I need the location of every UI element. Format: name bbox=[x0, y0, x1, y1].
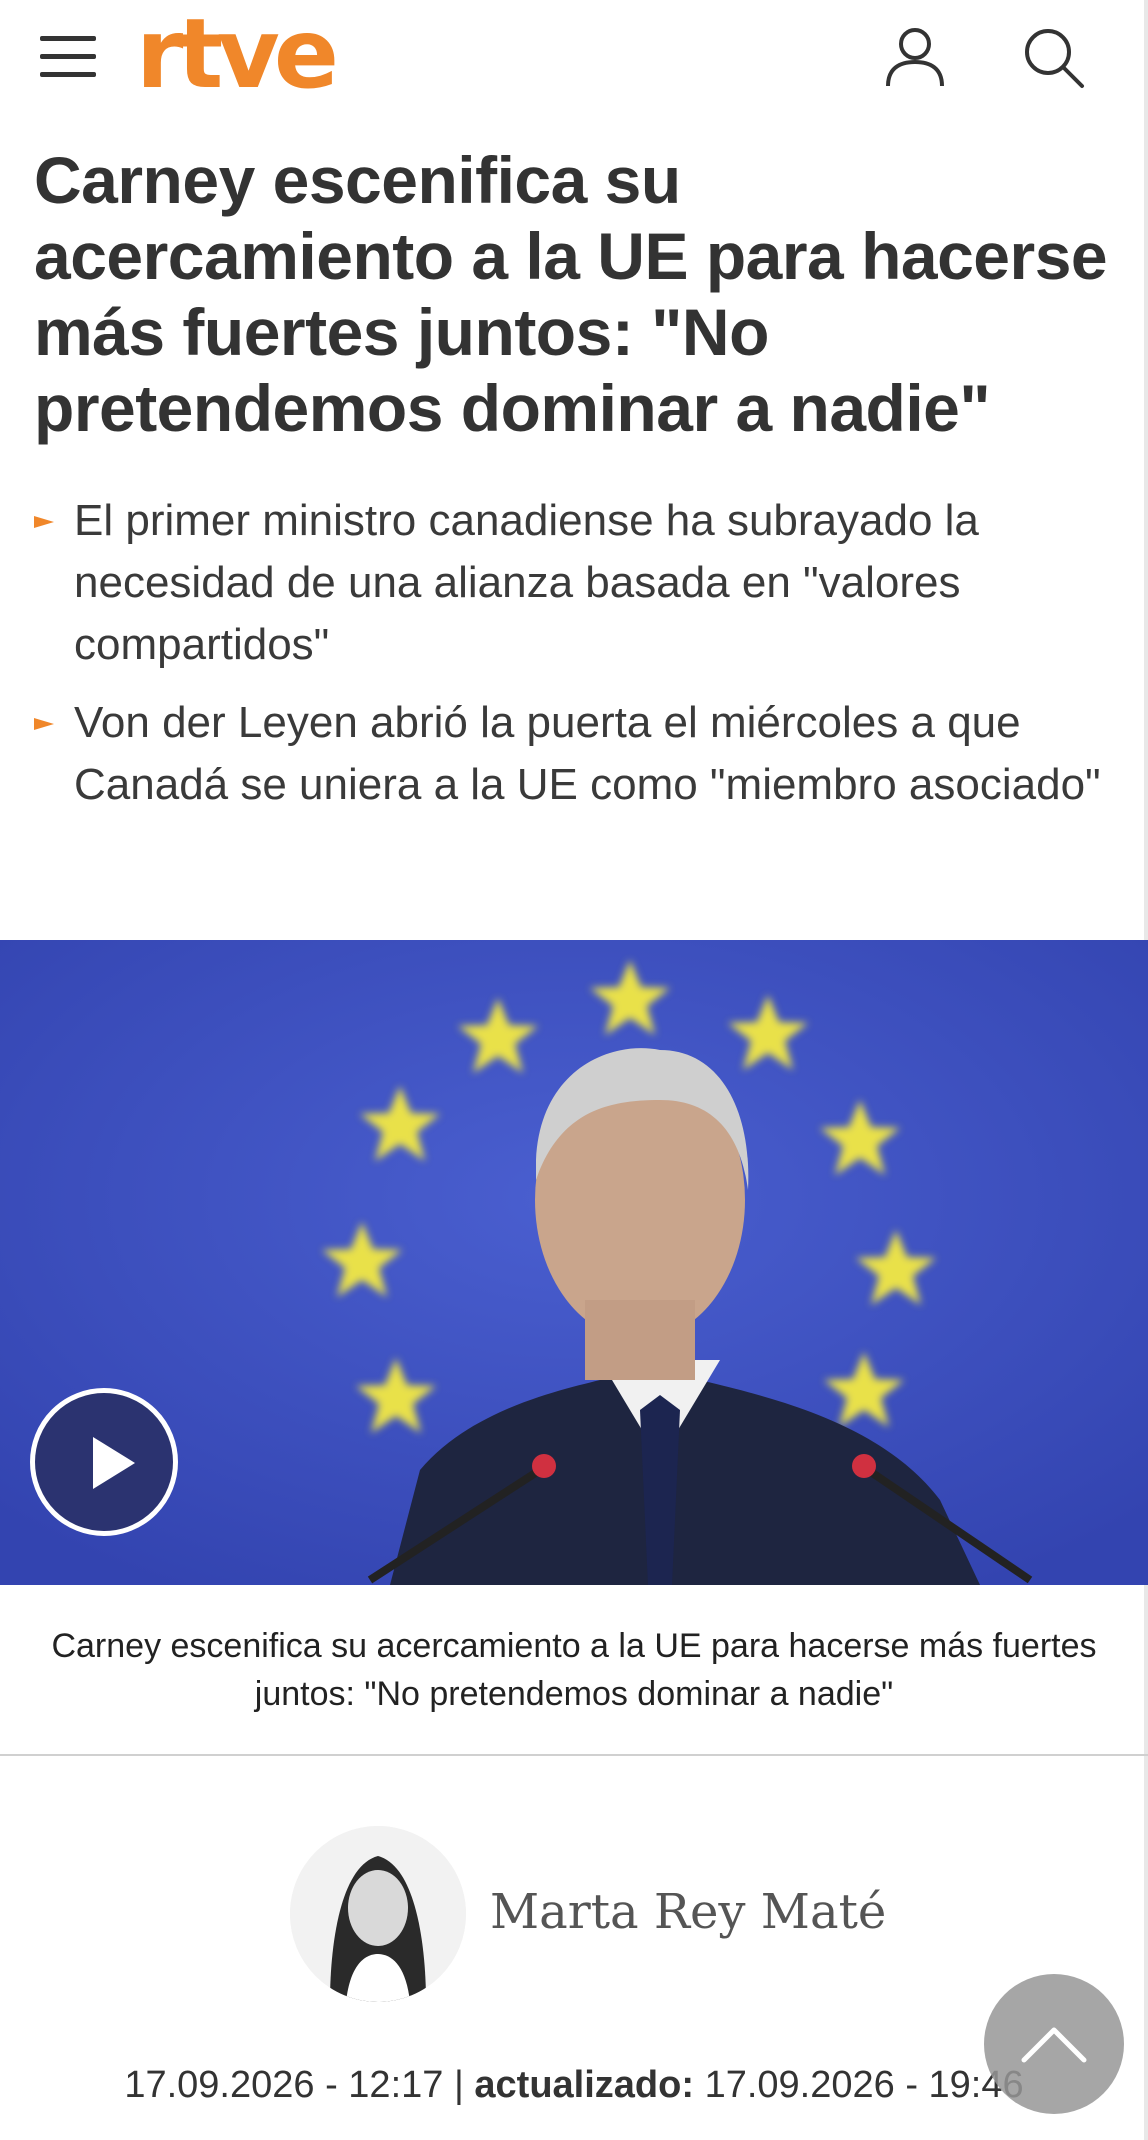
summary-bullet-text: Von der Leyen abrió la puerta el miércol… bbox=[74, 698, 1101, 809]
summary-bullet-text: El primer ministro canadiense ha subraya… bbox=[74, 496, 979, 669]
article-summary: El primer ministro canadiense ha subraya… bbox=[34, 490, 1124, 832]
video-caption: Carney escenifica su acercamiento a la U… bbox=[51, 1627, 1097, 1713]
site-header: rtve bbox=[0, 0, 1148, 120]
divider bbox=[0, 1754, 1148, 1756]
article-dates: 17.09.2026 - 12:17 | actualizado: 17.09.… bbox=[0, 2064, 1148, 2107]
published-date: 17.09.2026 - 12:17 bbox=[124, 2064, 444, 2106]
play-video-button[interactable] bbox=[30, 1388, 178, 1536]
hamburger-menu-icon[interactable] bbox=[40, 36, 98, 78]
article-headline: Carney escenifica su acercamiento a la U… bbox=[34, 143, 1108, 445]
author-avatar[interactable] bbox=[290, 1826, 466, 2002]
summary-bullet: Von der Leyen abrió la puerta el miércol… bbox=[34, 692, 1124, 816]
bullet-arrow-icon bbox=[34, 516, 54, 528]
updated-label: actualizado: bbox=[474, 2064, 695, 2106]
date-separator: | bbox=[453, 2064, 464, 2106]
summary-bullet: El primer ministro canadiense ha subraya… bbox=[34, 490, 1124, 676]
chevron-up-icon bbox=[1021, 2027, 1087, 2063]
updated-date: 17.09.2026 - 19:46 bbox=[704, 2064, 1024, 2106]
scroll-to-top-button[interactable] bbox=[984, 1974, 1124, 2114]
bullet-arrow-icon bbox=[34, 718, 54, 730]
rtve-logo[interactable]: rtve bbox=[136, 6, 339, 102]
user-account-icon[interactable] bbox=[882, 24, 948, 90]
author-name-link[interactable]: Marta Rey Maté bbox=[490, 1884, 886, 1940]
play-icon bbox=[93, 1437, 135, 1489]
search-icon[interactable] bbox=[1022, 26, 1088, 92]
